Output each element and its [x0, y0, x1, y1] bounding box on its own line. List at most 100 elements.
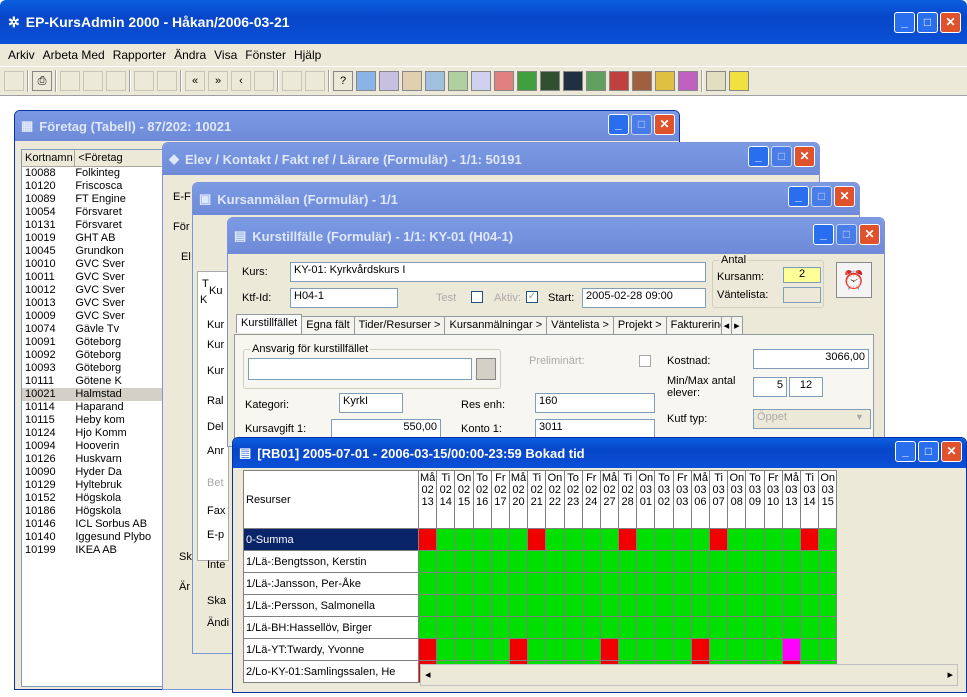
- booking-cell[interactable]: [618, 638, 638, 661]
- kursanmalan-close-button[interactable]: ✕: [834, 186, 855, 207]
- tab-tider-resurser[interactable]: Tider/Resurser >: [353, 316, 446, 335]
- bokad-minimize-button[interactable]: _: [895, 441, 916, 462]
- resenh-field[interactable]: 160: [535, 393, 655, 413]
- booking-cell[interactable]: [763, 528, 783, 551]
- elev-close-button[interactable]: ✕: [794, 146, 815, 167]
- booking-cell[interactable]: [818, 594, 838, 617]
- tool-23-icon[interactable]: [540, 71, 560, 91]
- booking-cell[interactable]: [690, 616, 711, 639]
- booking-cell[interactable]: [545, 572, 565, 595]
- booking-cell[interactable]: [672, 528, 692, 551]
- booking-cell[interactable]: [636, 528, 656, 551]
- booking-cell[interactable]: [618, 528, 638, 551]
- booking-cell[interactable]: [436, 550, 456, 573]
- kursanmalan-minimize-button[interactable]: _: [788, 186, 809, 207]
- booking-cell[interactable]: [636, 550, 656, 573]
- tab-vantelista[interactable]: Väntelista >: [546, 316, 614, 335]
- konto-field[interactable]: 3011: [535, 419, 655, 439]
- resource-name[interactable]: 0-Summa: [243, 528, 419, 551]
- menu-andra[interactable]: Ändra: [170, 48, 210, 62]
- booking-cell[interactable]: [745, 616, 765, 639]
- booking-cell[interactable]: [545, 638, 565, 661]
- kurs-field[interactable]: KY-01: Kyrkvårdskurs I: [290, 262, 706, 282]
- tab-kurstillfallet[interactable]: Kurstillfället: [236, 314, 303, 333]
- booking-cell[interactable]: [672, 572, 692, 595]
- table-row[interactable]: 10120 Friscosca: [22, 180, 170, 193]
- preliminart-checkbox[interactable]: [639, 355, 651, 367]
- booking-cell[interactable]: [636, 594, 656, 617]
- booking-cell[interactable]: [527, 550, 547, 573]
- elev-maximize-button[interactable]: □: [771, 146, 792, 167]
- kursavgift-field[interactable]: 550,00: [331, 419, 441, 439]
- tab-projekt[interactable]: Projekt >: [612, 316, 667, 335]
- booking-cell[interactable]: [799, 528, 820, 551]
- tool-26-icon[interactable]: [609, 71, 629, 91]
- booking-cell[interactable]: [599, 528, 620, 551]
- booking-cell[interactable]: [763, 550, 783, 573]
- booking-cell[interactable]: [727, 594, 747, 617]
- booking-cell[interactable]: [490, 528, 510, 551]
- tool-31-icon[interactable]: [729, 71, 749, 91]
- booking-cell[interactable]: [599, 616, 620, 639]
- booking-cell[interactable]: [654, 638, 674, 661]
- max-field[interactable]: 12: [789, 377, 823, 397]
- booking-cell[interactable]: [508, 572, 529, 595]
- tool-25-icon[interactable]: [586, 71, 606, 91]
- booking-cell[interactable]: [763, 616, 783, 639]
- table-row[interactable]: 10126 Huskvarn: [22, 453, 170, 466]
- tool-12-icon[interactable]: [282, 71, 302, 91]
- tab-faktureringsinfo[interactable]: Faktureringsinfo: [665, 316, 722, 335]
- table-row[interactable]: 10114 Haparand: [22, 401, 170, 414]
- table-row[interactable]: 10045 Grundkon: [22, 245, 170, 258]
- booking-cell[interactable]: [581, 616, 601, 639]
- kutftyp-select[interactable]: Öppet: [753, 409, 871, 429]
- booking-cell[interactable]: [490, 550, 510, 573]
- table-row[interactable]: 10088 Folkinteg: [22, 167, 170, 180]
- ansvarig-field[interactable]: [248, 358, 472, 380]
- booking-cell[interactable]: [708, 616, 729, 639]
- booking-cell[interactable]: [818, 572, 838, 595]
- tool-17-icon[interactable]: [402, 71, 422, 91]
- table-row[interactable]: 10012 GVC Sver: [22, 284, 170, 297]
- resource-row[interactable]: 1/Lä-BH:Hassellöv, Birger: [243, 616, 838, 639]
- booking-cell[interactable]: [436, 616, 456, 639]
- table-row[interactable]: 10092 Göteborg: [22, 349, 170, 362]
- table-row[interactable]: 10131 Försvaret: [22, 219, 170, 232]
- booking-cell[interactable]: [490, 572, 510, 595]
- booking-cell[interactable]: [545, 594, 565, 617]
- booking-cell[interactable]: [763, 638, 783, 661]
- booking-cell[interactable]: [799, 638, 820, 661]
- booking-cell[interactable]: [727, 572, 747, 595]
- table-row[interactable]: 10090 Hyder Da: [22, 466, 170, 479]
- table-row[interactable]: 10124 Hjo Komm: [22, 427, 170, 440]
- booking-cell[interactable]: [745, 638, 765, 661]
- booking-cell[interactable]: [708, 550, 729, 573]
- booking-cell[interactable]: [417, 638, 438, 661]
- resource-name[interactable]: 2/Lo-KY-01:Samlingssalen, He: [243, 660, 419, 683]
- tool-21-icon[interactable]: [494, 71, 514, 91]
- menu-arbeta-med[interactable]: Arbeta Med: [39, 48, 109, 62]
- booking-cell[interactable]: [654, 594, 674, 617]
- resource-name[interactable]: 1/Lä-:Bengtsson, Kerstin: [243, 550, 419, 573]
- booking-cell[interactable]: [599, 594, 620, 617]
- booking-cell[interactable]: [781, 594, 801, 617]
- booking-cell[interactable]: [618, 550, 638, 573]
- booking-cell[interactable]: [708, 594, 729, 617]
- ansvarig-lookup-button[interactable]: [476, 358, 496, 380]
- table-row[interactable]: 10140 Iggesund Plybo: [22, 531, 170, 544]
- booking-cell[interactable]: [454, 638, 474, 661]
- booking-grid[interactable]: Resurser Må 02 13 Ti 02 14 On 02 15 To 02 16 Fr 02 17 Må…: [243, 470, 838, 683]
- print-icon[interactable]: ⎙: [32, 71, 52, 91]
- booking-cell[interactable]: [545, 528, 565, 551]
- booking-cell[interactable]: [436, 528, 456, 551]
- start-field[interactable]: 2005-02-28 09:00: [582, 288, 706, 308]
- booking-cell[interactable]: [781, 550, 801, 573]
- elev-minimize-button[interactable]: _: [748, 146, 769, 167]
- booking-cell[interactable]: [599, 638, 620, 661]
- table-row[interactable]: 10074 Gävle Tv: [22, 323, 170, 336]
- booking-cell[interactable]: [636, 616, 656, 639]
- tool-28-icon[interactable]: [655, 71, 675, 91]
- booking-cell[interactable]: [563, 528, 583, 551]
- booking-cell[interactable]: [690, 528, 711, 551]
- booking-cell[interactable]: [654, 572, 674, 595]
